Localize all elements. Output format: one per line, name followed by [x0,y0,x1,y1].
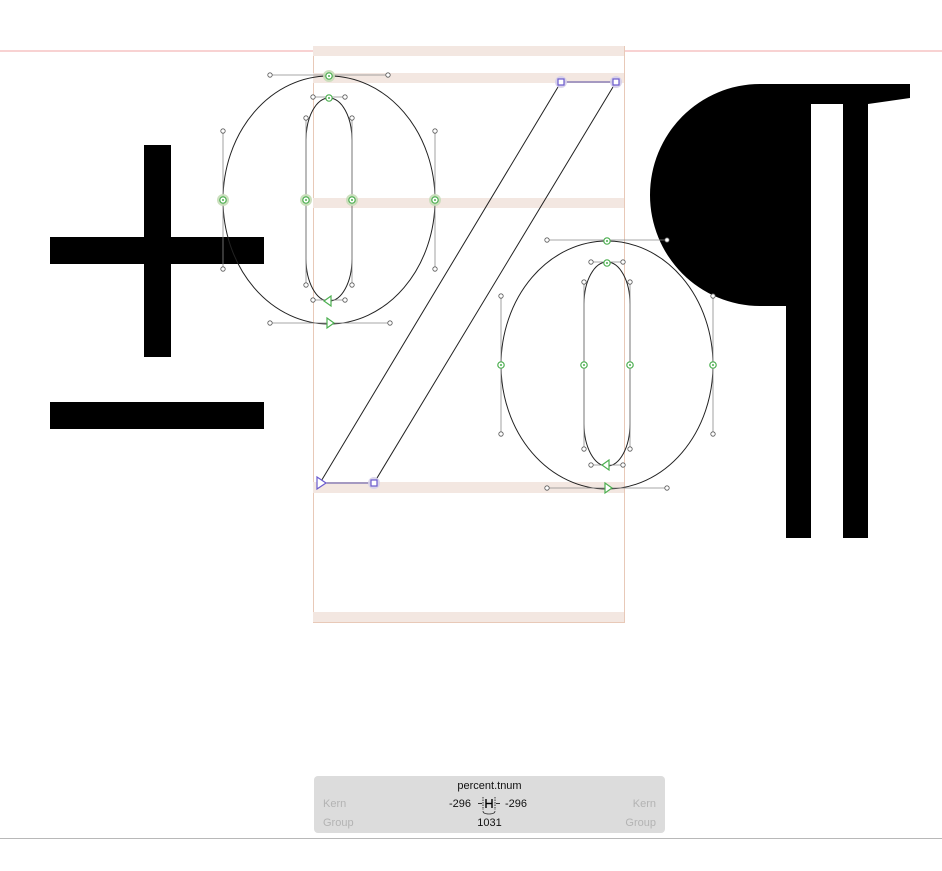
group-right-label[interactable]: Group [625,817,656,829]
glyph-info-panel: percent.tnum Kern -296 -296 Kern Group 1… [314,776,665,833]
start-arrow-upper-outer [326,316,336,330]
preview-glyph-plusminus [50,145,264,429]
lower-zero-outer-contour[interactable] [500,240,714,490]
kern-left-label[interactable]: Kern [323,798,346,810]
glyph-outline-percent[interactable] [222,75,714,490]
sidebearing-metrics-icon [478,797,500,815]
metric-band-descender [313,612,624,622]
off-curve-points[interactable] [220,72,716,491]
glyph-bounding-box [313,46,625,623]
metric-band-x-height [313,198,624,208]
right-sidebearing-value[interactable]: -296 [505,798,527,810]
glyph-name-label[interactable]: percent.tnum [314,780,665,792]
on-curve-nodes[interactable] [219,72,717,369]
selected-node-halos [217,70,441,206]
kern-right-label[interactable]: Kern [633,798,656,810]
metric-band-ascender [313,46,624,56]
start-arrow-lower-counter [600,458,610,472]
bezier-handle-lines [222,74,714,489]
contour-start-arrows[interactable] [316,294,614,495]
glyph-edit-canvas[interactable] [0,0,942,871]
slash-contour[interactable] [319,81,617,484]
left-sidebearing-value[interactable]: -296 [449,798,471,810]
canvas-bottom-divider [0,838,942,839]
on-curve-node-centers [222,75,714,366]
start-arrow-upper-counter [322,294,332,308]
lower-zero-counter-contour[interactable] [583,261,631,467]
advance-width-value[interactable]: 1031 [314,817,665,829]
preview-glyph-paragraph [650,84,910,538]
